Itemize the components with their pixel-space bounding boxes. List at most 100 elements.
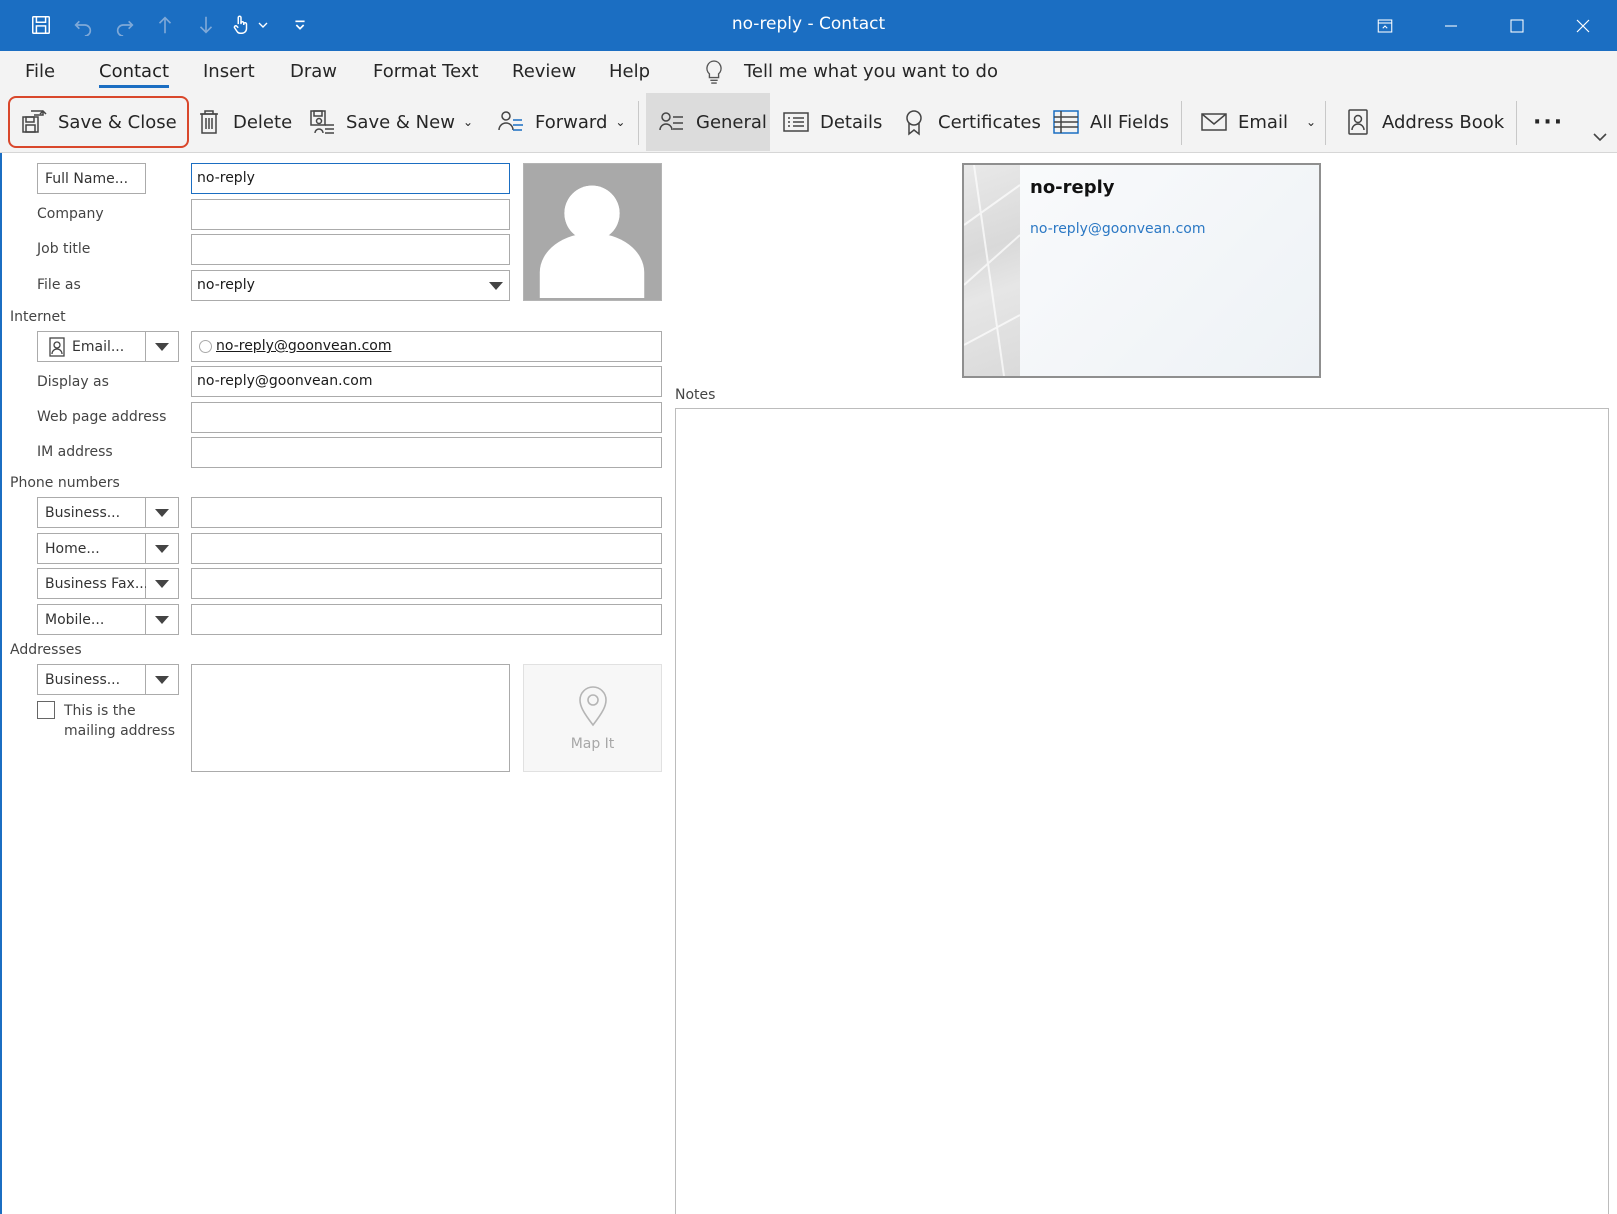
forward-contact-icon bbox=[498, 111, 523, 131]
email-button[interactable]: Email ⌄ bbox=[1200, 93, 1316, 151]
address-field[interactable] bbox=[191, 664, 510, 772]
general-button[interactable]: General bbox=[646, 93, 770, 151]
file-as-value: no-reply bbox=[197, 277, 255, 293]
business-card[interactable]: no-reply no-reply@goonvean.com bbox=[962, 163, 1321, 378]
phone-home-field[interactable] bbox=[191, 533, 662, 564]
collapse-ribbon-icon[interactable] bbox=[1591, 129, 1609, 143]
save-new-icon bbox=[310, 110, 334, 134]
presence-status-icon bbox=[199, 340, 212, 353]
tab-help[interactable]: Help bbox=[609, 61, 650, 82]
delete-button[interactable]: Delete bbox=[195, 93, 292, 151]
general-label: General bbox=[696, 111, 767, 133]
map-it-button[interactable]: Map It bbox=[523, 664, 662, 772]
touch-mode-icon[interactable] bbox=[228, 12, 254, 38]
maximize-icon[interactable] bbox=[1484, 0, 1550, 51]
notes-field[interactable] bbox=[675, 408, 1609, 1214]
close-icon[interactable] bbox=[1550, 0, 1616, 51]
address-type-dropdown[interactable] bbox=[146, 664, 179, 695]
tab-insert[interactable]: Insert bbox=[203, 61, 255, 82]
full-name-button[interactable]: Full Name... bbox=[37, 163, 146, 194]
notes-label: Notes bbox=[675, 387, 716, 403]
web-page-field[interactable] bbox=[191, 402, 662, 433]
delete-label: Delete bbox=[233, 111, 293, 133]
tab-contact[interactable]: Contact bbox=[99, 61, 170, 88]
address-book-icon bbox=[1348, 109, 1368, 135]
tell-me-search[interactable]: Tell me what you want to do bbox=[744, 61, 998, 82]
save-close-icon bbox=[22, 109, 47, 133]
save-and-new-button[interactable]: Save & New ⌄ bbox=[308, 93, 473, 151]
file-as-select[interactable]: no-reply bbox=[191, 270, 510, 301]
phone-business-fax-dropdown[interactable] bbox=[146, 568, 179, 599]
phone-mobile-field[interactable] bbox=[191, 604, 662, 635]
phone-section-label: Phone numbers bbox=[10, 475, 120, 491]
save-new-label: Save & New bbox=[346, 111, 455, 133]
customize-icon[interactable] bbox=[287, 12, 313, 38]
contact-card-icon bbox=[48, 337, 66, 357]
phone-mobile-dropdown[interactable] bbox=[146, 604, 179, 635]
address-type-button[interactable]: Business... bbox=[37, 664, 146, 695]
email-type-button[interactable]: Email... bbox=[37, 331, 146, 362]
display-as-label: Display as bbox=[37, 374, 109, 390]
forward-button[interactable]: Forward ⌄ bbox=[497, 93, 625, 151]
address-book-button[interactable]: Address Book bbox=[1344, 93, 1504, 151]
phone-business-fax-button[interactable]: Business Fax... bbox=[37, 568, 148, 599]
company-label: Company bbox=[37, 206, 104, 222]
more-options-button[interactable]: ··· bbox=[1533, 93, 1564, 151]
im-address-field[interactable] bbox=[191, 437, 662, 468]
ribbon-display-icon[interactable] bbox=[1352, 0, 1418, 51]
certificates-button[interactable]: Certificates bbox=[900, 93, 1041, 151]
business-card-email[interactable]: no-reply@goonvean.com bbox=[1030, 221, 1205, 237]
ribbon: Save & Close Delete Save & New ⌄ Forward… bbox=[0, 93, 1617, 153]
address-book-label: Address Book bbox=[1382, 111, 1505, 133]
certificate-ribbon-icon bbox=[906, 110, 922, 136]
all-fields-button[interactable]: All Fields bbox=[1052, 93, 1169, 151]
phone-home-dropdown[interactable] bbox=[146, 533, 179, 564]
undo-icon[interactable] bbox=[70, 12, 96, 38]
contact-photo[interactable] bbox=[523, 163, 662, 301]
all-fields-icon bbox=[1053, 110, 1079, 134]
full-name-field[interactable]: no-reply bbox=[191, 163, 510, 194]
forward-label: Forward bbox=[535, 111, 608, 133]
email-value: no-reply@goonvean.com bbox=[216, 338, 392, 354]
phone-business-fax-field[interactable] bbox=[191, 568, 662, 599]
mailing-address-checkbox[interactable] bbox=[37, 701, 55, 719]
display-as-field[interactable]: no-reply@goonvean.com bbox=[191, 366, 662, 397]
dropdown-arrow-icon[interactable] bbox=[489, 282, 503, 290]
chevron-down-icon[interactable] bbox=[255, 12, 271, 38]
addresses-section-label: Addresses bbox=[10, 642, 82, 658]
chevron-down-icon[interactable]: ⌄ bbox=[463, 115, 473, 129]
chevron-down-icon[interactable]: ⌄ bbox=[615, 115, 625, 129]
phone-business-button[interactable]: Business... bbox=[37, 497, 146, 528]
chevron-down-icon[interactable]: ⌄ bbox=[1306, 115, 1316, 129]
ribbon-separator bbox=[638, 101, 639, 145]
tab-review[interactable]: Review bbox=[512, 61, 576, 82]
phone-business-field[interactable] bbox=[191, 497, 662, 528]
company-field[interactable] bbox=[191, 199, 510, 230]
person-silhouette-icon bbox=[539, 185, 645, 299]
tab-format-text[interactable]: Format Text bbox=[373, 61, 479, 82]
internet-section-label: Internet bbox=[10, 309, 66, 325]
down-icon[interactable] bbox=[193, 12, 219, 38]
minimize-icon[interactable] bbox=[1418, 0, 1484, 51]
mailing-address-label: This is the mailing address bbox=[64, 703, 176, 739]
redo-icon[interactable] bbox=[112, 12, 138, 38]
phone-business-dropdown[interactable] bbox=[146, 497, 179, 528]
save-and-close-button[interactable]: Save & Close bbox=[8, 96, 189, 148]
title-bar: no-reply - Contact bbox=[0, 0, 1617, 51]
email-field[interactable]: no-reply@goonvean.com bbox=[191, 331, 662, 362]
tab-draw[interactable]: Draw bbox=[290, 61, 337, 82]
job-title-label: Job title bbox=[37, 241, 91, 257]
web-page-label: Web page address bbox=[37, 409, 167, 425]
save-close-label: Save & Close bbox=[58, 111, 177, 133]
map-it-label: Map It bbox=[570, 736, 615, 752]
job-title-field[interactable] bbox=[191, 234, 510, 265]
tab-file[interactable]: File bbox=[25, 61, 55, 82]
phone-home-button[interactable]: Home... bbox=[37, 533, 146, 564]
save-icon[interactable] bbox=[28, 12, 54, 38]
email-type-dropdown[interactable] bbox=[146, 331, 179, 362]
details-button[interactable]: Details bbox=[782, 93, 882, 151]
up-icon[interactable] bbox=[152, 12, 178, 38]
phone-mobile-button[interactable]: Mobile... bbox=[37, 604, 146, 635]
file-as-label: File as bbox=[37, 277, 81, 293]
ribbon-separator bbox=[1325, 101, 1326, 145]
